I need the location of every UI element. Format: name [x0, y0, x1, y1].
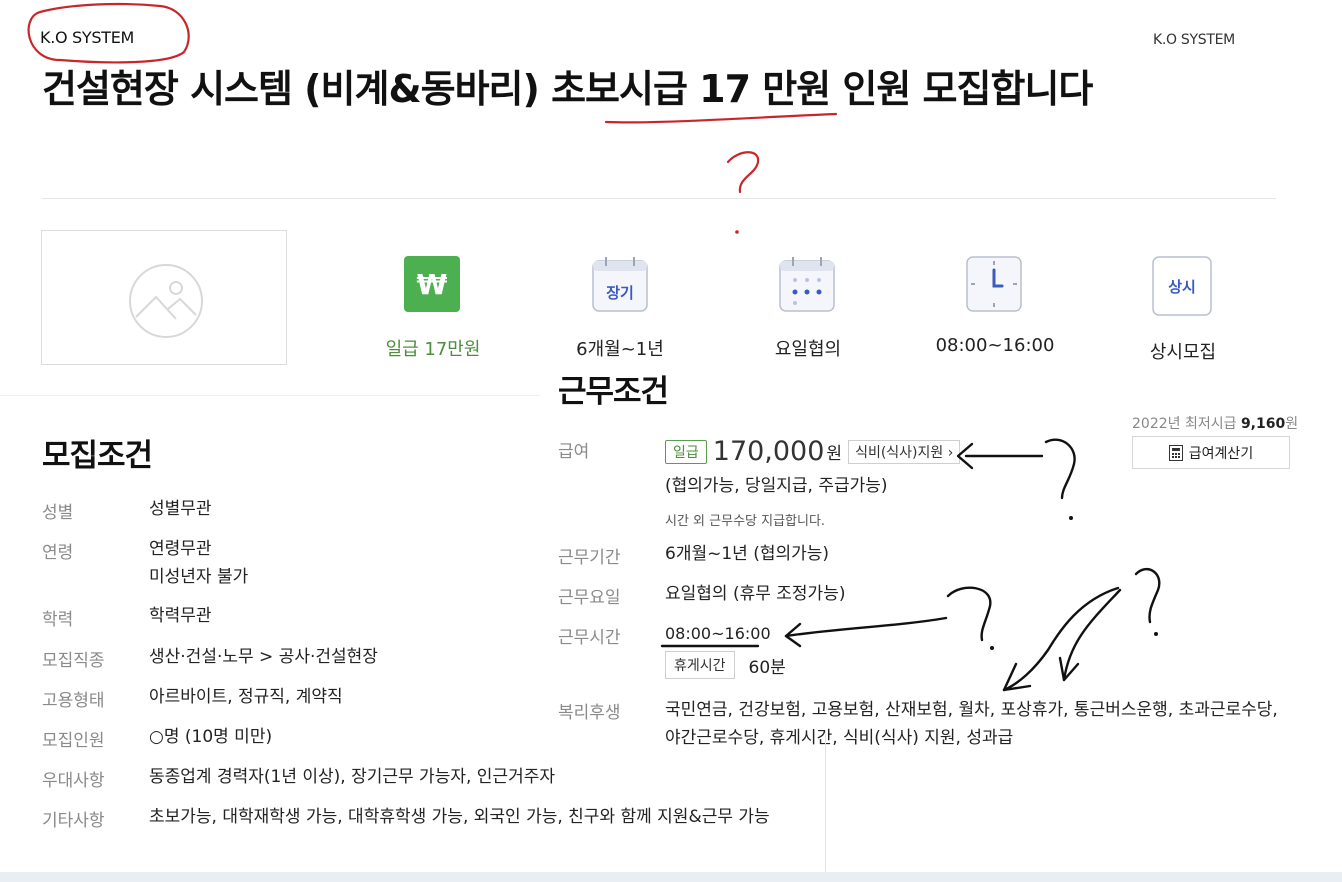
question-mark-annotation-3: [946, 586, 992, 642]
benefits-arrow-line-annotation: [1002, 586, 1120, 692]
question-dot-annotation: [735, 230, 739, 234]
question-mark-annotation-4: [1134, 567, 1161, 624]
company-circle-annotation: [27, 2, 190, 64]
benefits-arrow-line-annotation-2: [1062, 588, 1122, 682]
title-underline-annotation: [604, 112, 838, 124]
hours-arrow-line-annotation: [784, 616, 948, 638]
question-mark-annotation: [726, 151, 760, 194]
handwritten-annotations: [27, 2, 1161, 692]
question-mark-annotation-2: [1044, 438, 1076, 500]
